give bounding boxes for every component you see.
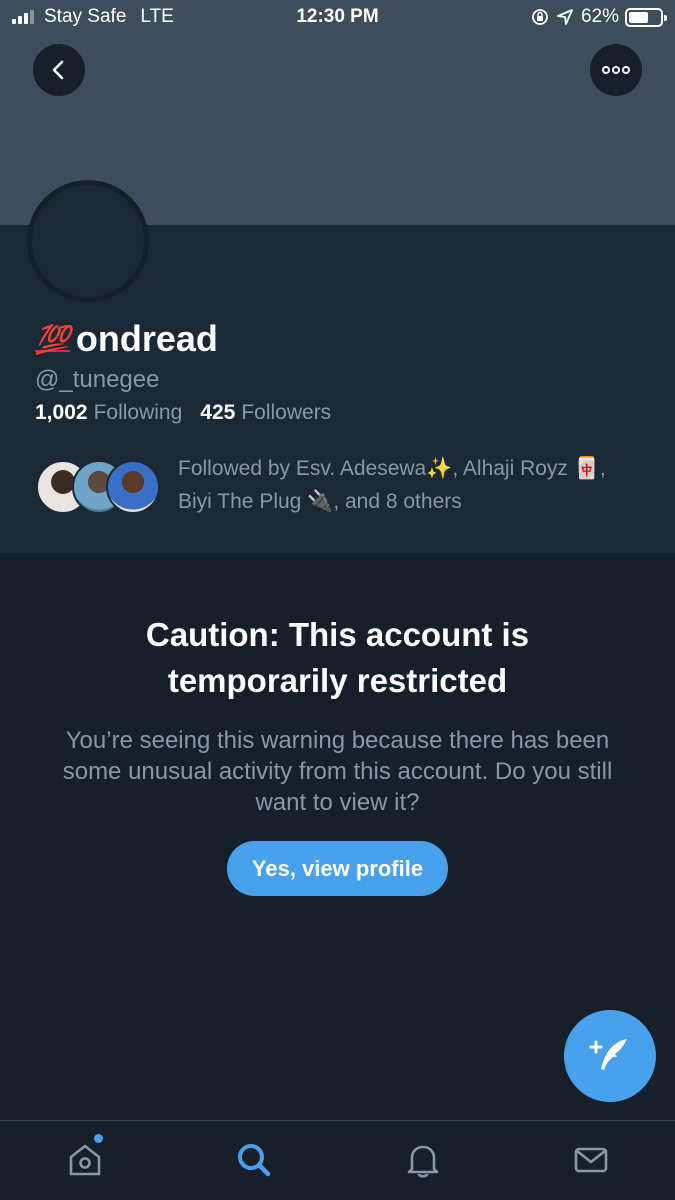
messages-icon [574,1147,608,1173]
hundred-emoji: 💯 [35,323,70,355]
mutual-followers-avatars[interactable] [36,460,160,516]
notifications-icon [407,1145,439,1178]
search-icon [238,1144,271,1177]
mutual-follower-avatar [106,460,160,514]
tab-notifications[interactable] [400,1137,446,1183]
back-button[interactable] [33,44,85,96]
battery-percent: 62% [580,6,619,27]
display-name-text: ondread [75,318,218,359]
follow-stats: 1,002 Following 425 Followers [35,401,349,425]
battery-icon [625,7,667,27]
display-name: 💯 ondread [35,318,218,360]
caution-title: Caution: This account is temporarily res… [145,616,530,699]
following-count[interactable]: 1,002 [35,401,88,425]
tab-messages[interactable] [568,1137,614,1183]
view-profile-button[interactable]: Yes, view profile [227,841,448,896]
following-label[interactable]: Following [94,401,183,425]
compose-tweet-button[interactable] [564,1010,656,1102]
battery-fill [629,11,648,23]
chevron-left-icon [52,60,64,80]
rotation-lock-icon [531,8,549,26]
compose-tweet-icon [589,1039,627,1070]
followers-label[interactable]: Followers [241,401,331,425]
more-options-button[interactable] [590,44,642,96]
profile-avatar[interactable] [27,180,149,302]
followers-count[interactable]: 425 [200,401,235,425]
location-icon [557,9,573,25]
profile-screen: Stay Safe LTE 12:30 PM 62% 💯 ondread @_t… [0,0,675,1200]
followed-by-text[interactable]: Followed by Esv. Adesewa✨, Alhaji Royz 🀄… [178,452,638,518]
tab-home[interactable] [62,1137,108,1183]
home-icon [69,1144,101,1176]
user-handle: @_tunegee [35,366,160,393]
status-right: 62% [531,6,667,28]
new-content-dot [94,1134,103,1143]
tab-search[interactable] [231,1137,277,1183]
more-horizontal-icon [602,66,630,74]
caution-message: You’re seeing this warning because there… [62,727,613,816]
status-bar: Stay Safe LTE 12:30 PM 62% [0,0,675,36]
bottom-tab-bar [0,1120,675,1200]
